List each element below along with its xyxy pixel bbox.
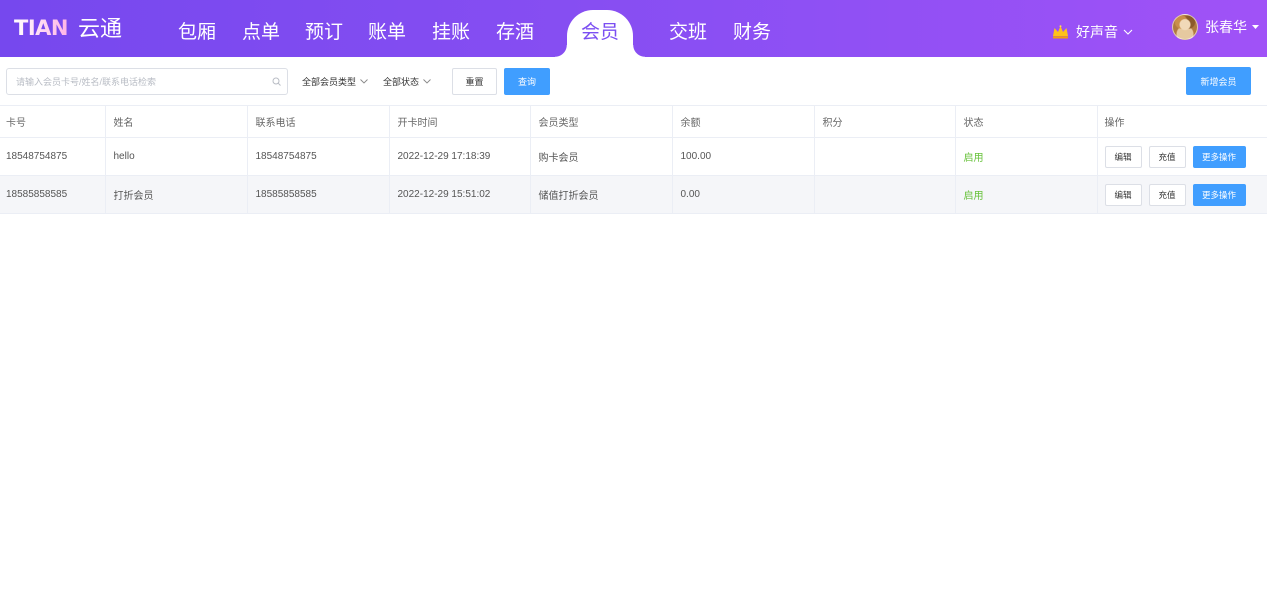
top-nav-bar: TIAN 云通 包厢 点单 预订 账单 挂账 存酒 会员 交班 财务 好声音 张… [0,0,1267,57]
member-type-filter-label: 全部会员类型 [302,76,357,87]
members-table: 卡号 姓名 联系电话 开卡时间 会员类型 余额 积分 状态 操作 1854875… [0,105,1267,214]
search-icon[interactable] [272,77,281,86]
reset-button[interactable]: 重置 [452,68,497,95]
app-name: 云通 [78,16,123,41]
column-header-points: 积分 [814,105,956,138]
table-row[interactable]: 18548754875 hello 18548754875 2022-12-29… [0,137,1267,176]
column-header-card-no: 卡号 [0,105,106,138]
more-actions-button[interactable]: 更多操作 [1192,183,1246,206]
avatar [1172,14,1198,40]
cell-actions: 编辑 充值 更多操作 [1097,175,1267,214]
cell-phone: 18548754875 [247,137,390,176]
column-header-name: 姓名 [105,105,248,138]
recharge-button[interactable]: 充值 [1148,145,1186,168]
column-header-member-type: 会员类型 [530,105,673,138]
table-header-row: 卡号 姓名 联系电话 开卡时间 会员类型 余额 积分 状态 操作 [0,105,1267,138]
cell-balance: 0.00 [672,175,815,214]
cell-points [814,137,956,176]
chevron-down-icon [1123,29,1133,35]
cell-phone: 18585858585 [247,175,390,214]
recharge-button[interactable]: 充值 [1148,183,1186,206]
nav-item-bills[interactable]: 账单 [368,22,406,44]
cell-opened-at: 2022-12-29 15:51:02 [389,175,531,214]
cell-status: 启用 [955,175,1098,214]
edit-button[interactable]: 编辑 [1104,145,1142,168]
cell-actions: 编辑 充值 更多操作 [1097,137,1267,176]
cell-name: hello [105,137,248,176]
edit-button[interactable]: 编辑 [1104,183,1142,206]
cell-member-type: 储值打折会员 [530,175,673,214]
logo: TIAN [14,16,68,40]
search-input[interactable] [7,69,287,94]
nav-item-rooms[interactable]: 包厢 [178,22,216,44]
nav-item-shift[interactable]: 交班 [669,22,707,44]
store-switcher[interactable]: 好声音 [1052,23,1133,41]
cell-card-no: 18548754875 [0,137,106,176]
user-name: 张春华 [1205,19,1247,35]
nav-item-reservation[interactable]: 预订 [305,22,343,44]
query-button[interactable]: 查询 [504,68,550,95]
column-header-actions: 操作 [1097,105,1267,138]
status-filter[interactable]: 全部状态 [383,74,431,88]
chevron-down-icon [360,78,368,84]
column-header-opened-at: 开卡时间 [389,105,531,138]
more-actions-button[interactable]: 更多操作 [1192,145,1246,168]
cell-name: 打折会员 [105,175,248,214]
add-member-button[interactable]: 新增会员 [1186,67,1251,95]
column-header-phone: 联系电话 [247,105,390,138]
nav-item-credit[interactable]: 挂账 [432,22,470,44]
column-header-balance: 余额 [672,105,815,138]
cell-card-no: 18585858585 [0,175,106,214]
table-row[interactable]: 18585858585 打折会员 18585858585 2022-12-29 … [0,175,1267,214]
cell-points [814,175,956,214]
nav-item-order[interactable]: 点单 [242,22,280,44]
crown-icon [1053,25,1068,39]
column-header-status: 状态 [955,105,1098,138]
nav-item-wine-storage[interactable]: 存酒 [496,22,534,44]
nav-item-members[interactable]: 会员 [581,22,619,44]
chevron-down-icon [423,78,431,84]
nav-item-finance[interactable]: 财务 [733,22,771,44]
search-box [6,68,288,95]
member-type-filter[interactable]: 全部会员类型 [302,74,368,88]
user-menu[interactable]: 张春华 [1172,14,1259,40]
store-name: 好声音 [1076,24,1118,40]
cell-status: 启用 [955,137,1098,176]
cell-member-type: 购卡会员 [530,137,673,176]
cell-opened-at: 2022-12-29 17:18:39 [389,137,531,176]
caret-down-icon [1252,25,1259,29]
status-filter-label: 全部状态 [383,76,420,87]
cell-balance: 100.00 [672,137,815,176]
